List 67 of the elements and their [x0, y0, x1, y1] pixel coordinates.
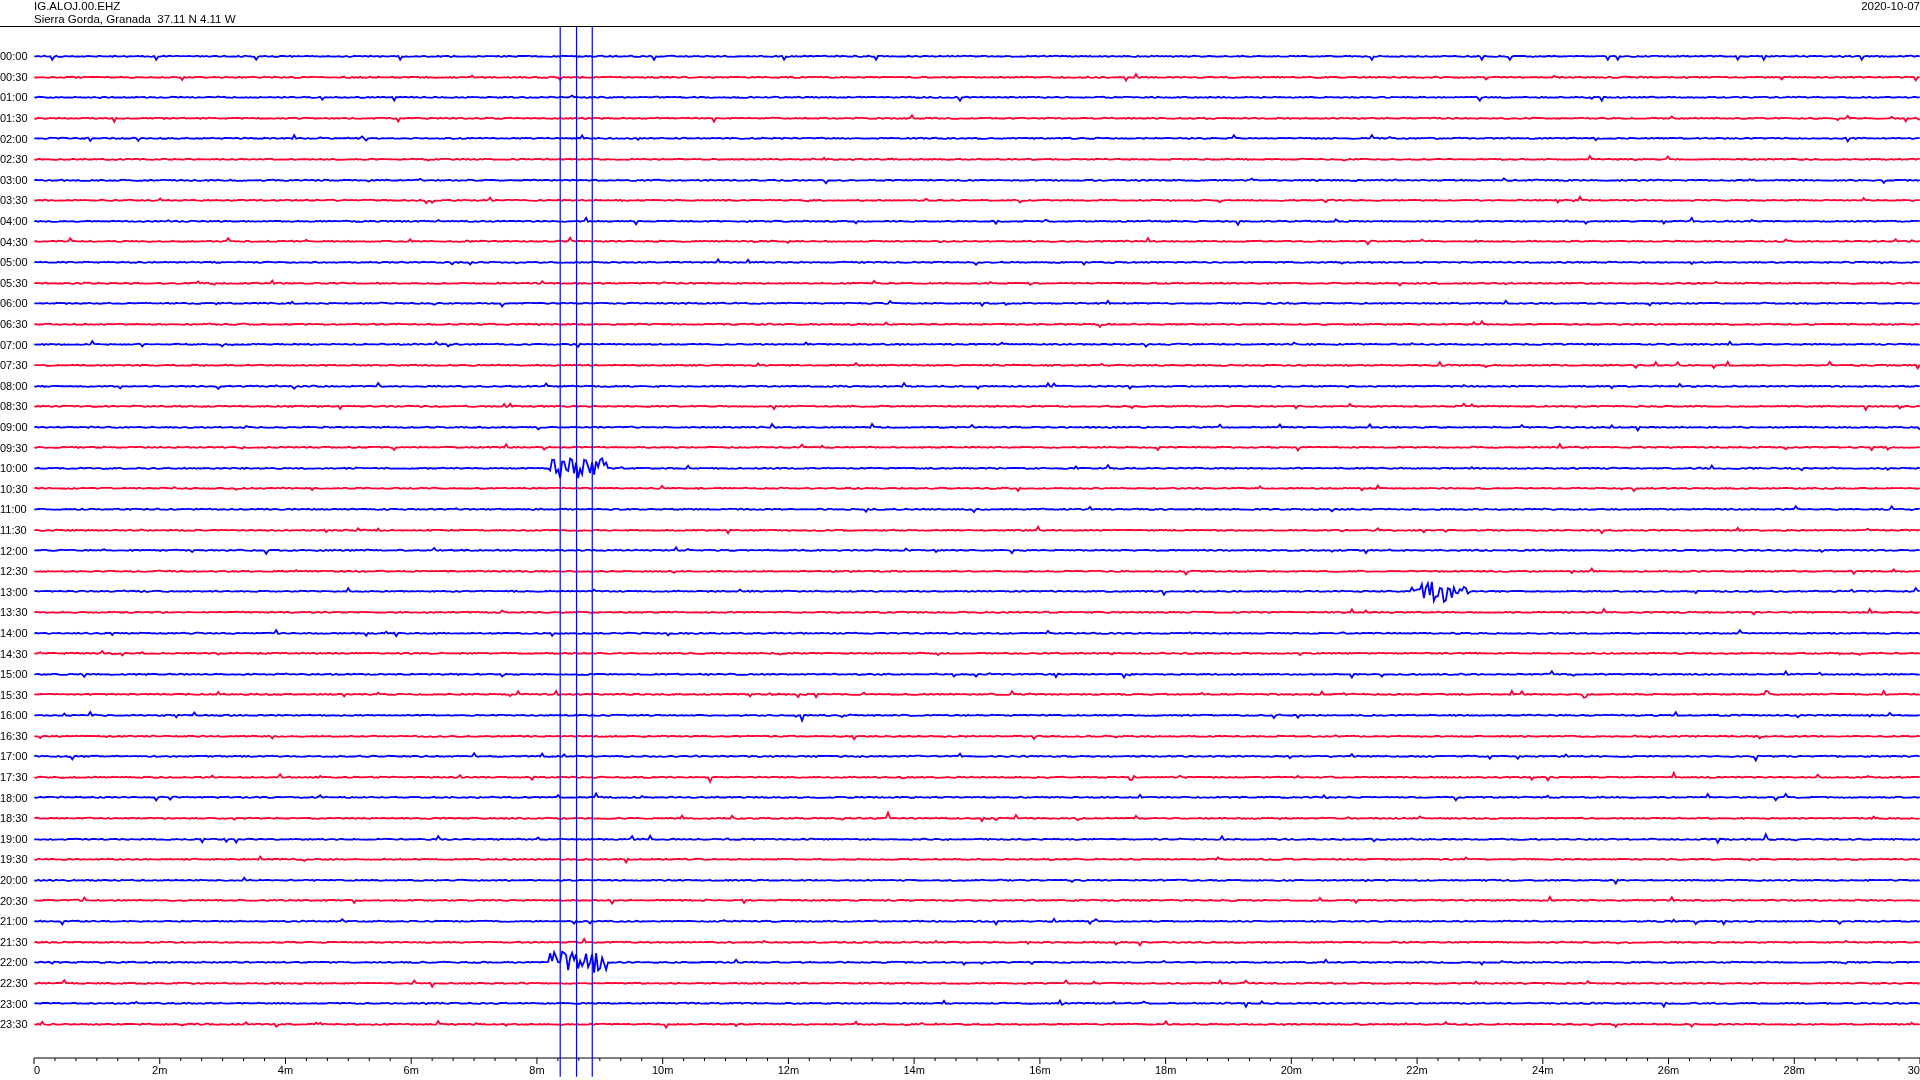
- time-label: 04:30: [0, 235, 29, 248]
- time-label: 21:00: [0, 915, 29, 928]
- axis-tick-label: 8m: [529, 1063, 545, 1076]
- time-label: 15:00: [0, 668, 29, 681]
- time-label: 22:30: [0, 977, 29, 989]
- time-label: 08:30: [0, 400, 29, 413]
- time-label: 09:00: [0, 421, 29, 433]
- time-label: 17:30: [0, 771, 29, 784]
- time-label: 19:00: [0, 832, 29, 845]
- station-code: IG.ALOJ.00.EHZ: [34, 0, 122, 13]
- time-label: 11:00: [0, 503, 28, 516]
- time-label: 21:30: [0, 935, 29, 948]
- axis-tick-label: 0: [34, 1063, 41, 1076]
- time-label: 16:30: [0, 729, 29, 742]
- axis-tick-label: 24m: [1532, 1063, 1554, 1076]
- axis-tick-label: 20m: [1280, 1063, 1303, 1076]
- axis-tick-label: 16m: [1029, 1063, 1051, 1076]
- time-label: 20:30: [0, 894, 29, 907]
- axis-tick-label: 28m: [1783, 1063, 1805, 1076]
- axis-tick-label: 30: [1907, 1063, 1920, 1076]
- time-label: 20:00: [0, 874, 29, 887]
- axis-tick-label: 22m: [1406, 1063, 1428, 1076]
- time-label: 06:30: [0, 318, 29, 330]
- time-label: 07:30: [0, 359, 29, 372]
- station-location: Sierra Gorda, Granada 37.11 N 4.11 W: [34, 13, 236, 26]
- time-label: 09:30: [0, 441, 29, 454]
- time-label: 19:30: [0, 853, 29, 866]
- time-label: 00:00: [0, 50, 29, 63]
- record-date: 2020-10-07: [1861, 0, 1920, 14]
- time-label: 08:00: [0, 379, 29, 392]
- time-label: 02:30: [0, 153, 29, 166]
- time-label: 12:00: [0, 544, 29, 557]
- time-label: 05:30: [0, 276, 29, 289]
- time-label: 18:30: [0, 812, 29, 825]
- axis-tick-label: 14m: [903, 1063, 925, 1076]
- time-label: 14:00: [0, 626, 29, 639]
- time-label: 13:00: [0, 585, 29, 598]
- time-label: 03:00: [0, 173, 29, 186]
- time-label: 07:00: [0, 338, 29, 351]
- time-label: 10:00: [0, 462, 29, 475]
- time-label: 23:00: [0, 997, 29, 1010]
- time-label: 10:30: [0, 482, 29, 495]
- time-label: 15:30: [0, 688, 29, 701]
- axis-tick-label: 2m: [152, 1063, 168, 1076]
- time-label: 01:30: [0, 112, 29, 125]
- time-label: 11:30: [0, 523, 28, 536]
- time-label: 05:00: [0, 256, 29, 269]
- time-label: 02:00: [0, 132, 29, 145]
- time-label: 13:30: [0, 606, 29, 619]
- axis-tick-label: 12m: [777, 1063, 800, 1076]
- time-label: 03:30: [0, 194, 29, 207]
- time-label: 12:30: [0, 565, 29, 578]
- time-label: 23:30: [0, 1018, 29, 1031]
- time-label: 16:00: [0, 709, 29, 722]
- time-label: 17:00: [0, 750, 29, 763]
- time-label: 00:30: [0, 70, 29, 83]
- time-label: 06:00: [0, 297, 29, 310]
- axis-tick-label: 4m: [277, 1063, 294, 1076]
- axis-tick-label: 26m: [1657, 1063, 1680, 1076]
- axis-tick-label: 18m: [1154, 1063, 1177, 1076]
- time-label: 01:00: [0, 91, 29, 104]
- axis-tick-label: 6m: [403, 1063, 419, 1076]
- time-label: 18:00: [0, 791, 29, 804]
- time-label: 22:00: [0, 956, 29, 969]
- time-label: 04:00: [0, 215, 29, 228]
- axis-tick-label: 10m: [651, 1063, 674, 1076]
- time-label: 14:30: [0, 647, 29, 660]
